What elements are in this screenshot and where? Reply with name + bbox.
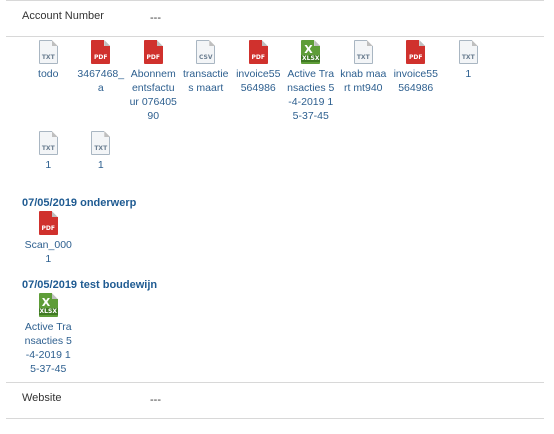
attachment-name[interactable]: invoice55564986: [234, 67, 282, 95]
attachment-xlsx[interactable]: X XLSX Active Transacties 5-4-2019 15-37-4…: [285, 40, 338, 123]
file-type-label: XLSX: [38, 308, 58, 315]
file-type-label: TXT: [41, 145, 55, 152]
attachment-pdf[interactable]: PDF invoice55564986: [390, 40, 443, 123]
attachment-name[interactable]: invoice55564986: [392, 67, 440, 95]
attachment-name[interactable]: Scan_0001: [24, 238, 72, 266]
xlsx-file-icon: X XLSX: [38, 293, 58, 317]
attachment-name[interactable]: Active Transacties 5-4-2019 15-37-45: [287, 67, 335, 123]
top-divider: [6, 0, 544, 1]
attachment-name[interactable]: 3467468_a: [77, 67, 125, 95]
message-title-test-boudewijn[interactable]: 07/05/2019 test boudewijn: [22, 279, 157, 291]
pdf-file-icon: PDF: [91, 40, 111, 64]
account-divider: [6, 36, 544, 37]
attachments-grid: TXT todo PDF 3467468_a PDF Abonnementsfactuur…: [22, 40, 542, 180]
pdf-file-icon: PDF: [406, 40, 426, 64]
csv-file-icon: CSV: [196, 40, 216, 64]
attachment-pdf[interactable]: PDF invoice55564986: [232, 40, 285, 123]
attachment-name[interactable]: Abonnementsfactuur 07640590: [129, 67, 177, 123]
file-type-label: PDF: [146, 54, 160, 61]
attachment-pdf[interactable]: PDF Scan_0001: [22, 211, 75, 266]
file-type-label: PDF: [41, 225, 55, 232]
attachment-name[interactable]: Active Transacties 5-4-2019 15-37-45: [24, 320, 72, 376]
attachment-csv[interactable]: CSV transacties maart: [180, 40, 233, 123]
attachment-name[interactable]: 1: [77, 158, 125, 172]
attachment-list: X XLSX Active Transacties 5-4-2019 15-37-4…: [22, 293, 75, 384]
message-attachments-onderwerp: PDF Scan_0001: [22, 211, 75, 274]
attachment-name[interactable]: knab maart mt940: [339, 67, 387, 95]
txt-file-icon: TXT: [38, 40, 58, 64]
file-type-label: TXT: [461, 54, 475, 61]
pdf-file-icon: PDF: [38, 211, 58, 235]
attachment-name[interactable]: transacties maart: [182, 67, 230, 95]
file-type-label: PDF: [409, 54, 423, 61]
file-type-label: PDF: [251, 54, 265, 61]
attachment-txt[interactable]: TXT 1: [75, 131, 128, 172]
attachment-list: TXT todo PDF 3467468_a PDF Abonnementsfactuur…: [22, 40, 542, 180]
txt-file-icon: TXT: [353, 40, 373, 64]
file-type-label: XLSX: [301, 55, 321, 62]
attachment-txt[interactable]: TXT todo: [22, 40, 75, 123]
attachment-txt[interactable]: TXT 1: [442, 40, 495, 123]
attachment-list: PDF Scan_0001: [22, 211, 75, 274]
pdf-file-icon: PDF: [143, 40, 163, 64]
pdf-file-icon: PDF: [248, 40, 268, 64]
attachment-xlsx[interactable]: X XLSX Active Transacties 5-4-2019 15-37-4…: [22, 293, 75, 376]
attachment-name[interactable]: todo: [24, 67, 72, 81]
file-type-label: CSV: [199, 54, 213, 61]
account-number-label: Account Number: [22, 10, 104, 22]
attachment-pdf[interactable]: PDF 3467468_a: [75, 40, 128, 123]
file-type-label: TXT: [41, 54, 55, 61]
message-title-onderwerp[interactable]: 07/05/2019 onderwerp: [22, 197, 136, 209]
xlsx-file-icon: X XLSX: [301, 40, 321, 64]
attachment-name[interactable]: 1: [24, 158, 72, 172]
file-type-label: TXT: [356, 54, 370, 61]
txt-file-icon: TXT: [91, 131, 111, 155]
attachment-txt[interactable]: TXT 1: [22, 131, 75, 172]
account-number-value: ---: [150, 12, 161, 24]
txt-file-icon: TXT: [458, 40, 478, 64]
message-attachments-test-boudewijn: X XLSX Active Transacties 5-4-2019 15-37-4…: [22, 293, 75, 384]
txt-file-icon: TXT: [38, 131, 58, 155]
website-value: ---: [150, 394, 161, 406]
website-label: Website: [22, 392, 62, 404]
attachment-name[interactable]: 1: [444, 67, 492, 81]
attachment-txt[interactable]: TXT knab maart mt940: [337, 40, 390, 123]
file-type-label: TXT: [94, 145, 108, 152]
attachment-pdf[interactable]: PDF Abonnementsfactuur 07640590: [127, 40, 180, 123]
website-divider-top: [6, 382, 544, 383]
website-divider-bottom: [6, 418, 544, 419]
file-type-label: PDF: [94, 54, 108, 61]
